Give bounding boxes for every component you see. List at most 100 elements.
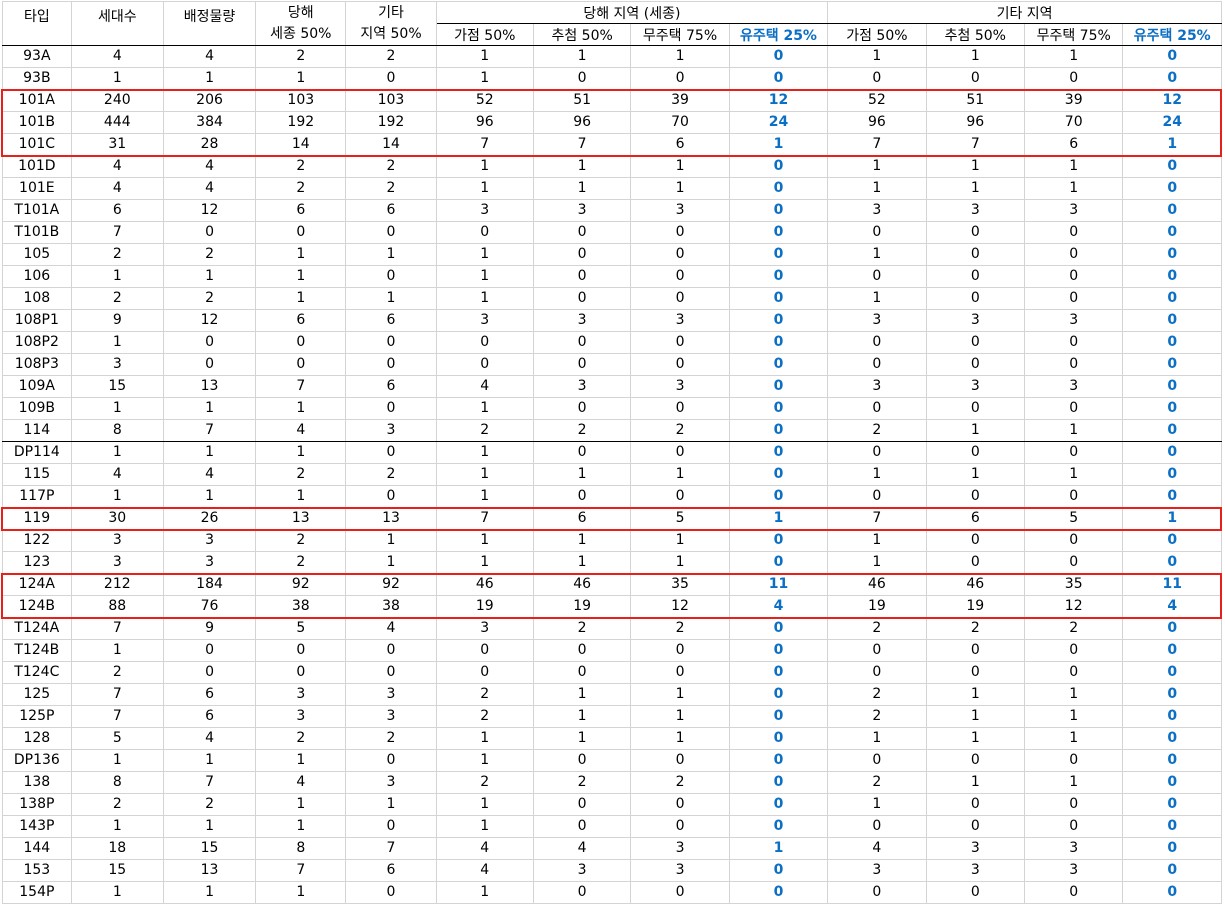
cell-local-points: 1 (435, 881, 534, 904)
cell-households: 6 (70, 199, 164, 222)
cell-local-sejong: 4 (255, 419, 347, 442)
cell-households: 212 (70, 573, 164, 596)
header-other-region-line2: 지역 50% (360, 25, 422, 42)
cell-local-lottery: 0 (532, 881, 632, 904)
header-local-sejong: 당해 세종 50% (255, 1, 347, 46)
header-other-no-house: 무주택 75% (1023, 23, 1124, 46)
cell-households: 3 (70, 529, 164, 552)
cell-other-lottery: 0 (925, 815, 1026, 838)
cell-local-sejong: 0 (255, 221, 347, 244)
cell-local-lottery: 1 (532, 551, 632, 574)
cell-other-points: 7 (827, 507, 927, 530)
cell-local-points: 7 (435, 133, 534, 156)
cell-other-lottery: 0 (925, 287, 1026, 310)
cell-local-sejong: 1 (255, 243, 347, 266)
cell-other-lottery: 46 (925, 573, 1026, 596)
cell-local-sejong: 2 (255, 727, 347, 750)
table-row: DP114 1 1 1 0 1 0 0 0 0 0 0 0 (2, 441, 1222, 464)
cell-other-lottery: 3 (925, 859, 1026, 882)
cell-other-has-house: 0 (1122, 837, 1222, 860)
cell-allocation: 4 (162, 463, 257, 486)
table-row: 101A 240 206 103 103 52 51 39 12 52 51 39 12 (2, 89, 1222, 112)
cell-local-lottery: 1 (532, 177, 632, 200)
header-other-has-house: 유주택 25% (1122, 23, 1222, 46)
cell-other-region: 3 (345, 771, 437, 794)
cell-other-lottery: 0 (925, 661, 1026, 684)
cell-allocation: 1 (162, 749, 257, 772)
cell-local-points: 0 (435, 353, 534, 376)
cell-local-points: 4 (435, 375, 534, 398)
cell-other-region: 1 (345, 551, 437, 574)
cell-other-no-house: 1 (1023, 45, 1124, 68)
cell-other-points: 0 (827, 661, 927, 684)
cell-other-has-house: 4 (1122, 595, 1222, 618)
cell-other-lottery: 1 (925, 177, 1026, 200)
cell-allocation: 13 (162, 859, 257, 882)
cell-allocation: 6 (162, 705, 257, 728)
cell-local-points: 1 (435, 155, 534, 178)
cell-other-points: 1 (827, 177, 927, 200)
cell-other-lottery: 0 (925, 67, 1026, 90)
cell-households: 15 (70, 375, 164, 398)
cell-local-sejong: 2 (255, 155, 347, 178)
table-row: 105 2 2 1 1 1 0 0 0 1 0 0 0 (2, 243, 1222, 266)
cell-local-sejong: 7 (255, 375, 347, 398)
cell-local-no-house: 6 (630, 133, 730, 156)
cell-local-points: 1 (435, 793, 534, 816)
cell-other-has-house: 0 (1122, 727, 1222, 750)
cell-other-region: 0 (345, 815, 437, 838)
cell-other-points: 0 (827, 221, 927, 244)
cell-other-points: 0 (827, 881, 927, 904)
cell-type: T101B (2, 221, 72, 244)
cell-type: 101A (2, 89, 72, 112)
cell-other-lottery: 1 (925, 705, 1026, 728)
cell-local-no-house: 0 (630, 331, 730, 354)
cell-other-region: 13 (345, 507, 437, 530)
cell-other-region: 4 (345, 617, 437, 640)
table-row: 108P2 1 0 0 0 0 0 0 0 0 0 0 0 (2, 331, 1222, 354)
cell-local-no-house: 0 (630, 67, 730, 90)
cell-households: 2 (70, 661, 164, 684)
cell-households: 88 (70, 595, 164, 618)
cell-local-lottery: 1 (532, 705, 632, 728)
cell-local-has-house: 0 (728, 397, 829, 420)
cell-local-has-house: 0 (728, 705, 829, 728)
cell-local-no-house: 3 (630, 199, 730, 222)
cell-other-points: 96 (827, 111, 927, 134)
cell-other-points: 3 (827, 199, 927, 222)
cell-other-lottery: 3 (925, 309, 1026, 332)
cell-other-lottery: 0 (925, 331, 1026, 354)
table-row: 122 3 3 2 1 1 1 1 0 1 0 0 0 (2, 529, 1222, 552)
cell-local-no-house: 1 (630, 727, 730, 750)
cell-local-sejong: 5 (255, 617, 347, 640)
cell-other-region: 1 (345, 243, 437, 266)
cell-local-no-house: 5 (630, 507, 730, 530)
cell-households: 1 (70, 265, 164, 288)
cell-allocation: 0 (162, 221, 257, 244)
cell-other-lottery: 1 (925, 419, 1026, 442)
cell-local-sejong: 6 (255, 199, 347, 222)
cell-other-no-house: 0 (1023, 243, 1124, 266)
cell-type: 124A (2, 573, 72, 596)
cell-type: DP114 (2, 441, 72, 464)
cell-other-no-house: 0 (1023, 485, 1124, 508)
cell-households: 444 (70, 111, 164, 134)
cell-households: 1 (70, 881, 164, 904)
cell-type: 125 (2, 683, 72, 706)
cell-type: 153 (2, 859, 72, 882)
cell-other-no-house: 0 (1023, 815, 1124, 838)
cell-local-lottery: 1 (532, 529, 632, 552)
header-type: 타입 (2, 1, 72, 46)
cell-households: 30 (70, 507, 164, 530)
header-local-points: 가점 50% (435, 23, 534, 46)
cell-other-lottery: 19 (925, 595, 1026, 618)
table-row: 109B 1 1 1 0 1 0 0 0 0 0 0 0 (2, 397, 1222, 420)
cell-local-no-house: 0 (630, 287, 730, 310)
cell-other-no-house: 0 (1023, 287, 1124, 310)
cell-local-has-house: 0 (728, 639, 829, 662)
cell-other-no-house: 70 (1023, 111, 1124, 134)
cell-allocation: 0 (162, 661, 257, 684)
cell-allocation: 2 (162, 287, 257, 310)
cell-local-sejong: 1 (255, 67, 347, 90)
cell-local-no-house: 0 (630, 221, 730, 244)
